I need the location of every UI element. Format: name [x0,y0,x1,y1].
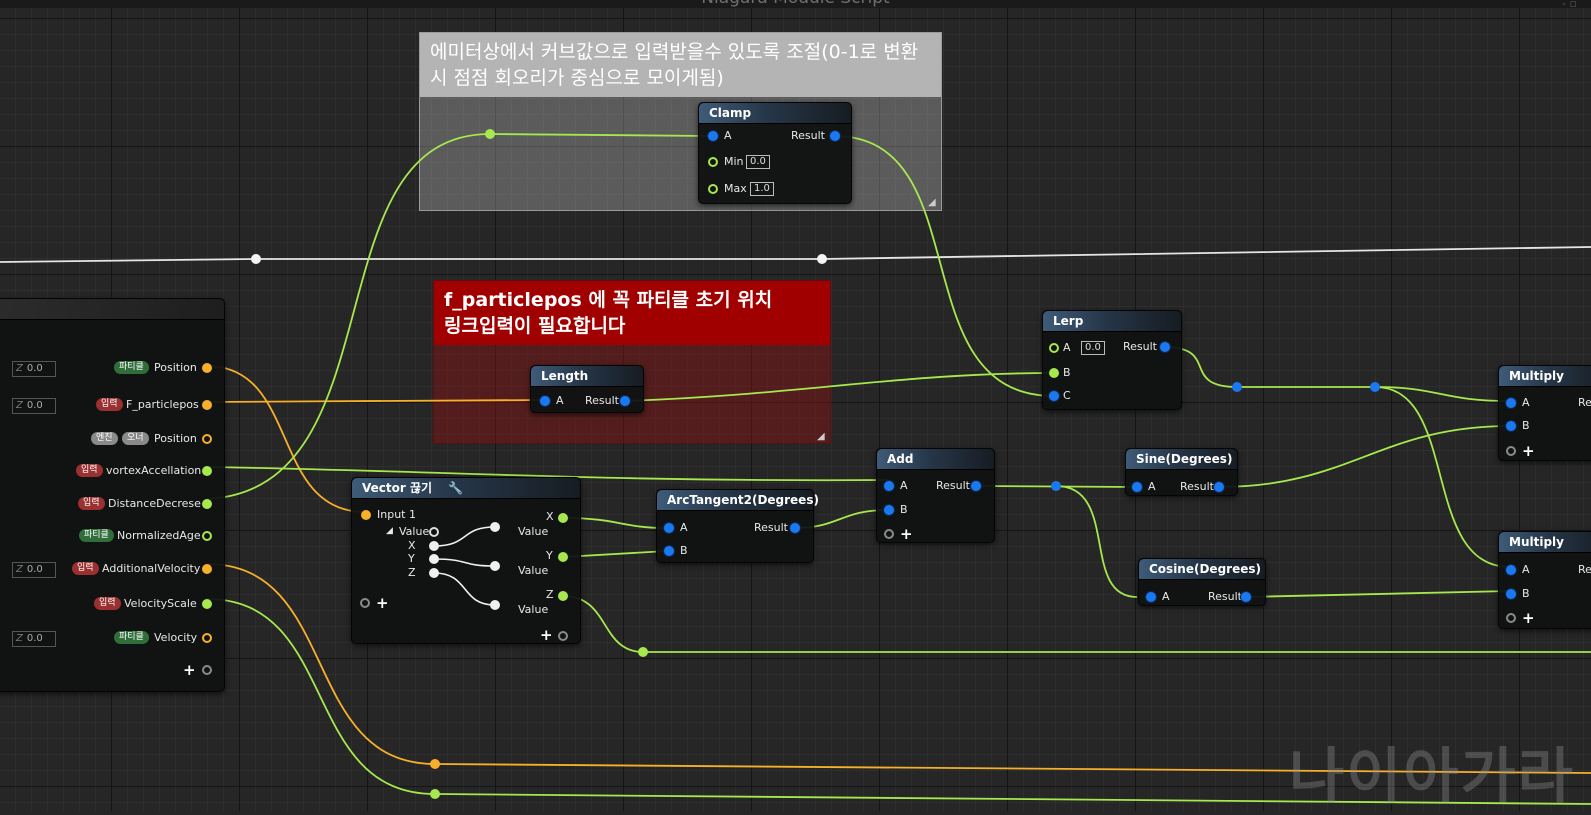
atan2-a-label: A [680,521,688,534]
atan2-result-pin[interactable] [790,523,800,533]
node-title: Cosine(Degrees) [1139,559,1265,580]
multiply1-a-pin[interactable] [1506,398,1516,408]
vb-add-in-icon[interactable]: + [376,596,389,611]
resize-handle-icon[interactable]: ◢ [928,196,936,210]
add-b-label: B [900,503,908,516]
atan2-result-label: Result [754,521,788,534]
multiply1-b-label: B [1522,419,1530,432]
add-a-pin[interactable] [884,481,894,491]
vb-out2-in[interactable] [490,561,500,571]
add-node[interactable]: Add [876,448,995,543]
multiply2-b-label: B [1522,587,1530,600]
cosine-a-pin[interactable] [1146,592,1156,602]
node-title: Multiply [1499,532,1591,553]
multiply2-result-label: Re [1578,563,1591,576]
vb-yout-label: Y [546,549,553,562]
vb-internal-wires [433,526,496,606]
vb-yout-pin[interactable] [558,552,568,562]
sine-result-label: Result [1180,480,1214,493]
multiply1-result-label: Re [1578,396,1591,409]
watermark-text: 나이아가라 [1289,742,1575,812]
multiply1-b-pin[interactable] [1506,421,1516,431]
vb-out2-label: Value [518,564,549,577]
sine-a-pin[interactable] [1132,482,1142,492]
vb-out3-label: Value [518,603,549,616]
add-pin-socket[interactable] [884,529,894,539]
multiply1-add-icon[interactable]: + [1522,444,1535,459]
multiply1-a-label: A [1522,396,1530,409]
vb-out1-label: Value [518,525,549,538]
cosine-result-label: Result [1208,590,1242,603]
cosine-a-label: A [1162,590,1170,603]
atan2-b-pin[interactable] [664,546,674,556]
node-title: Sine(Degrees) [1126,449,1237,470]
node-title: Add [877,449,994,470]
node-title: ArcTangent2(Degrees) [657,490,819,511]
add-result-label: Result [936,479,970,492]
vb-add-in-socket[interactable] [360,598,370,608]
vb-add-out-icon[interactable]: + [540,628,553,643]
vb-zout-label: Z [546,588,554,601]
multiply1-add-socket[interactable] [1506,446,1516,456]
add-pin-icon[interactable]: + [900,527,913,542]
multiply2-a-pin[interactable] [1506,565,1516,575]
cosine-result-pin[interactable] [1241,592,1251,602]
vb-add-out-socket[interactable] [558,631,568,641]
add-b-pin[interactable] [884,505,894,515]
add-a-label: A [900,479,908,492]
multiply2-b-pin[interactable] [1506,589,1516,599]
vb-xout-label: X [546,510,554,523]
multiply2-add-socket[interactable] [1506,613,1516,623]
vb-out3-in[interactable] [490,600,500,610]
resize-handle-icon[interactable]: ◢ [817,430,825,444]
atan2-a-pin[interactable] [664,523,674,533]
add-result-pin[interactable] [971,481,981,491]
sine-result-pin[interactable] [1214,482,1224,492]
atan2-b-label: B [680,544,688,557]
multiply2-a-label: A [1522,563,1530,576]
vb-xout-pin[interactable] [558,513,568,523]
vb-out1-in[interactable] [490,522,500,532]
multiply2-add-icon[interactable]: + [1522,611,1535,626]
sine-a-label: A [1148,480,1156,493]
node-title: Multiply [1499,366,1591,387]
vb-zout-pin[interactable] [558,591,568,601]
